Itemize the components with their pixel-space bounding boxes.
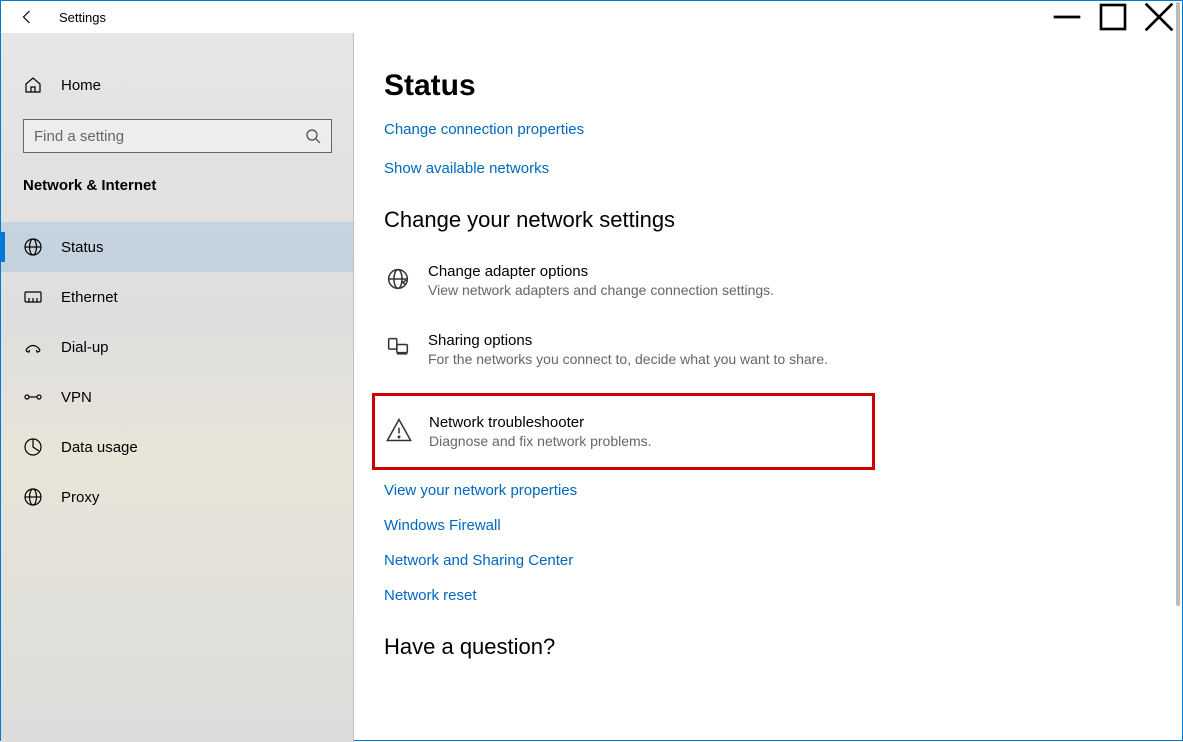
- link-change-connection-properties[interactable]: Change connection properties: [384, 121, 1152, 138]
- adapter-icon: [384, 265, 412, 293]
- link-show-available-networks[interactable]: Show available networks: [384, 160, 1152, 177]
- search-icon: [305, 128, 321, 144]
- ethernet-icon: [23, 287, 43, 307]
- data-icon: [23, 437, 43, 457]
- sidebar: Home Network & Internet Status Ethernet: [1, 33, 354, 742]
- minimize-button[interactable]: [1044, 1, 1090, 33]
- back-icon[interactable]: [19, 9, 35, 25]
- sidebar-item-data-usage[interactable]: Data usage: [1, 422, 354, 472]
- option-title: Network troubleshooter: [429, 414, 652, 431]
- sidebar-item-label: Proxy: [61, 489, 99, 506]
- main-content: Status Change connection properties Show…: [354, 33, 1182, 742]
- option-desc: Diagnose and fix network problems.: [429, 433, 652, 449]
- sidebar-item-label: Status: [61, 239, 104, 256]
- sidebar-item-vpn[interactable]: VPN: [1, 372, 354, 422]
- option-desc: View network adapters and change connect…: [428, 282, 774, 298]
- sidebar-item-label: Ethernet: [61, 289, 118, 306]
- sidebar-item-label: Data usage: [61, 439, 138, 456]
- option-change-adapter[interactable]: Change adapter options View network adap…: [384, 255, 1152, 306]
- scrollbar[interactable]: [1174, 2, 1180, 738]
- warning-icon: [385, 416, 413, 444]
- sidebar-item-proxy[interactable]: Proxy: [1, 472, 354, 522]
- search-box[interactable]: [23, 119, 332, 153]
- option-title: Sharing options: [428, 332, 828, 349]
- home-button[interactable]: Home: [1, 65, 354, 105]
- scroll-thumb[interactable]: [1176, 2, 1180, 606]
- window-title: Settings: [59, 10, 106, 25]
- link-network-reset[interactable]: Network reset: [384, 587, 1152, 604]
- maximize-button[interactable]: [1090, 1, 1136, 33]
- vpn-icon: [23, 387, 43, 407]
- home-icon: [23, 75, 43, 95]
- sharing-icon: [384, 334, 412, 362]
- sidebar-item-status[interactable]: Status: [1, 222, 354, 272]
- page-title: Status: [384, 69, 1152, 103]
- category-heading: Network & Internet: [1, 171, 354, 208]
- link-view-network-properties[interactable]: View your network properties: [384, 482, 1152, 499]
- option-sharing[interactable]: Sharing options For the networks you con…: [384, 324, 1152, 375]
- option-desc: For the networks you connect to, decide …: [428, 351, 828, 367]
- sidebar-item-dialup[interactable]: Dial-up: [1, 322, 354, 372]
- globe-icon: [23, 237, 43, 257]
- link-network-sharing-center[interactable]: Network and Sharing Center: [384, 552, 1152, 569]
- sidebar-item-label: VPN: [61, 389, 92, 406]
- footer-heading: Have a question?: [384, 634, 1152, 660]
- section-heading: Change your network settings: [384, 207, 1152, 233]
- search-input[interactable]: [34, 128, 305, 145]
- home-label: Home: [61, 77, 101, 94]
- option-network-troubleshooter[interactable]: Network troubleshooter Diagnose and fix …: [385, 406, 652, 457]
- sidebar-nav: Status Ethernet Dial-up VPN: [1, 208, 354, 522]
- highlight-box: Network troubleshooter Diagnose and fix …: [372, 393, 875, 470]
- sidebar-item-label: Dial-up: [61, 339, 109, 356]
- option-title: Change adapter options: [428, 263, 774, 280]
- dialup-icon: [23, 337, 43, 357]
- proxy-icon: [23, 487, 43, 507]
- link-windows-firewall[interactable]: Windows Firewall: [384, 517, 1152, 534]
- titlebar: Settings: [1, 1, 1182, 33]
- sidebar-item-ethernet[interactable]: Ethernet: [1, 272, 354, 322]
